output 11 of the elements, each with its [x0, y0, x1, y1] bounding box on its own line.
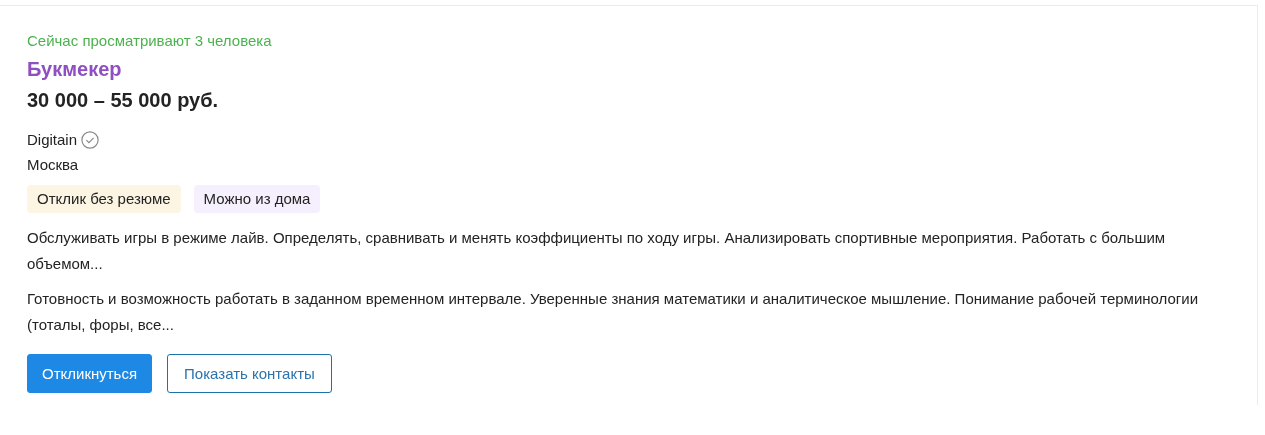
tag-label: Можно из дома	[193, 185, 321, 213]
salary-text: 30 000 – 55 000 руб.	[27, 88, 220, 113]
company-name: Digitain	[27, 130, 78, 150]
respond-button[interactable]: Откликнуться	[27, 354, 153, 393]
tag-label: Отклик без резюме	[27, 185, 181, 213]
show-contacts-button[interactable]: Показать контакты	[167, 354, 332, 393]
city-text: Москва	[27, 155, 80, 175]
vacancy-title-link[interactable]: Букмекер	[27, 58, 122, 80]
viewers-count: Сейчас просматривают 3 человека	[27, 31, 273, 51]
description-text: Готовность и возможность работать в заданном временном интервале. Уверенные знания математики и аналитическое мышление. Понимание рабочей терминологии (тоталы, форы, все...	[27, 289, 1200, 335]
description-text: Обслуживать игры в режиме лайв. Определять, сравнивать и менять коэффициенты по ходу игры. Анализировать спортивные мероприятия. Работать с большим объемом...	[27, 228, 1167, 274]
